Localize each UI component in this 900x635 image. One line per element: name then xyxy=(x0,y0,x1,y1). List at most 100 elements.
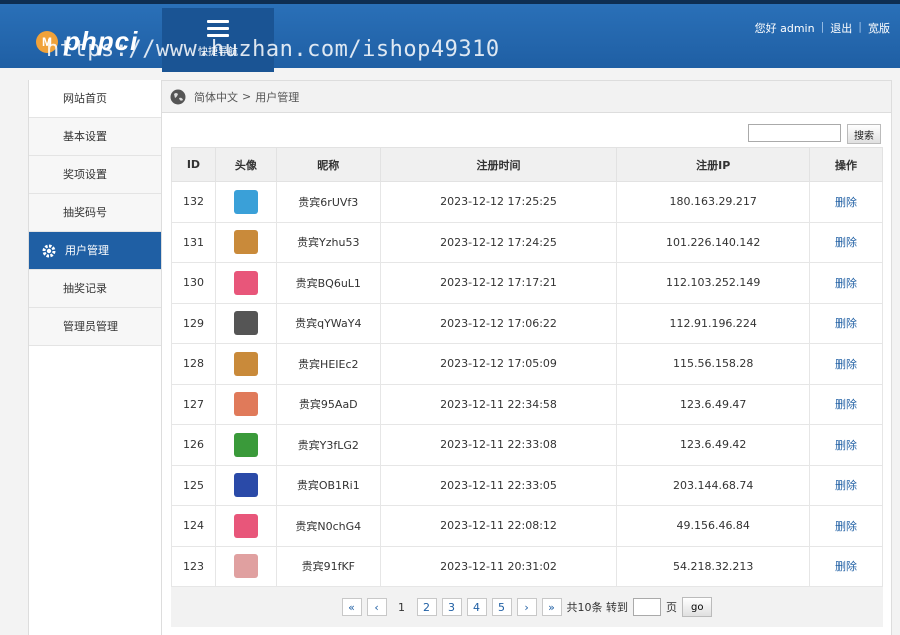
breadcrumb: 简体中文 > 用户管理 xyxy=(162,81,891,113)
col-action: 操作 xyxy=(809,147,883,182)
main-panel: 简体中文 > 用户管理 搜索 ID 头像 昵称 注册时间 注册IP 操作 132… xyxy=(161,80,892,635)
cell-nickname: 贵宾qYWaY4 xyxy=(275,302,381,344)
user-links: 您好 admin | 退出 | 宽版 xyxy=(754,20,890,36)
delete-link[interactable]: 删除 xyxy=(809,424,883,466)
greeting-text: 您好 admin xyxy=(754,22,815,35)
col-reg-ip: 注册IP xyxy=(616,147,811,182)
sidebar-item-lottery-records[interactable]: 抽奖记录 xyxy=(29,270,161,308)
cell-nickname: 贵宾Yzhu53 xyxy=(275,221,381,263)
gear-icon xyxy=(42,244,56,257)
first-page-button[interactable]: « xyxy=(341,598,362,616)
delete-link[interactable]: 删除 xyxy=(809,181,883,223)
cell-reg-ip: 203.144.68.74 xyxy=(616,464,811,506)
cell-nickname: 贵宾Y3fLG2 xyxy=(275,424,381,466)
sidebar-item-user-management[interactable]: 用户管理 xyxy=(29,232,161,270)
sidebar-item-basic-settings[interactable]: 基本设置 xyxy=(29,118,161,156)
delete-link[interactable]: 删除 xyxy=(809,343,883,385)
delete-link[interactable]: 删除 xyxy=(809,262,883,304)
cell-id: 129 xyxy=(171,302,216,344)
cell-reg-ip: 123.6.49.47 xyxy=(616,383,811,425)
delete-link[interactable]: 删除 xyxy=(809,221,883,263)
delete-link[interactable]: 删除 xyxy=(809,505,883,547)
cell-reg-time: 2023-12-11 22:33:05 xyxy=(379,464,618,506)
cell-id: 130 xyxy=(171,262,216,304)
delete-link[interactable]: 删除 xyxy=(809,464,883,506)
globe-icon xyxy=(170,89,186,104)
sidebar-filler xyxy=(29,346,161,635)
cell-nickname: 贵宾95AaD xyxy=(275,383,381,425)
wide-layout-link[interactable]: 宽版 xyxy=(868,20,890,36)
table-row: 130 贵宾BQ6uL1 2023-12-12 17:17:21 112.103.25… xyxy=(171,262,883,304)
breadcrumb-current: 用户管理 xyxy=(255,90,300,104)
cell-id: 124 xyxy=(171,505,216,547)
col-id[interactable]: ID xyxy=(171,147,216,182)
cell-reg-ip: 123.6.49.42 xyxy=(616,424,811,466)
search-input[interactable] xyxy=(748,124,841,142)
next-page-button[interactable]: › xyxy=(516,598,537,616)
search-button[interactable]: 搜索 xyxy=(847,124,881,144)
sidebar-item-home[interactable]: 网站首页 xyxy=(29,80,161,118)
avatar-icon xyxy=(233,513,258,538)
delete-link[interactable]: 删除 xyxy=(809,545,883,587)
cell-avatar xyxy=(214,343,277,385)
cell-avatar xyxy=(214,545,277,587)
cell-id: 125 xyxy=(171,464,216,506)
cell-reg-time: 2023-12-11 22:33:08 xyxy=(379,424,618,466)
table-row: 128 贵宾HEIEc2 2023-12-12 17:05:09 115.56.158… xyxy=(171,343,883,385)
page-4[interactable]: 4 xyxy=(466,598,487,616)
breadcrumb-root[interactable]: 简体中文 xyxy=(194,89,238,105)
cell-reg-time: 2023-12-12 17:25:25 xyxy=(379,181,618,223)
cell-reg-time: 2023-12-12 17:05:09 xyxy=(379,343,618,385)
table-row: 123 贵宾91fKF 2023-12-11 20:31:02 54.218.32.2… xyxy=(171,545,883,587)
cell-reg-ip: 112.91.196.224 xyxy=(616,302,811,344)
cell-reg-ip: 101.226.140.142 xyxy=(616,221,811,263)
delete-link[interactable]: 删除 xyxy=(809,302,883,344)
search-bar: 搜索 xyxy=(748,124,881,144)
avatar-icon xyxy=(233,230,258,255)
page-1: 1 xyxy=(398,600,406,614)
cell-nickname: 贵宾HEIEc2 xyxy=(275,343,381,385)
cell-nickname: 贵宾91fKF xyxy=(275,545,381,587)
cell-nickname: 贵宾6rUVf3 xyxy=(275,181,381,223)
cell-id: 123 xyxy=(171,545,216,587)
last-page-button[interactable]: » xyxy=(541,598,562,616)
goto-page-input[interactable] xyxy=(633,598,662,616)
cell-nickname: 贵宾BQ6uL1 xyxy=(275,262,381,304)
table-row: 124 贵宾N0chG4 2023-12-11 22:08:12 49.156.46.… xyxy=(171,505,883,547)
sidebar-item-admin-management[interactable]: 管理员管理 xyxy=(29,308,161,346)
col-nickname: 昵称 xyxy=(275,147,381,182)
cell-avatar xyxy=(214,505,277,547)
prev-page-button[interactable]: ‹ xyxy=(366,598,387,616)
table-header-row: ID 头像 昵称 注册时间 注册IP 操作 xyxy=(171,147,883,182)
cell-avatar xyxy=(214,302,277,344)
avatar-icon xyxy=(233,392,258,417)
cell-reg-time: 2023-12-11 20:31:02 xyxy=(379,545,618,587)
cell-id: 128 xyxy=(171,343,216,385)
sidebar-item-lottery-codes[interactable]: 抽奖码号 xyxy=(29,194,161,232)
page-unit-label: 页 xyxy=(666,601,678,614)
cell-reg-ip: 54.218.32.213 xyxy=(616,545,811,587)
table-row: 127 贵宾95AaD 2023-12-11 22:34:58 123.6.49.47… xyxy=(171,383,883,425)
col-reg-time: 注册时间 xyxy=(379,147,618,182)
page-3[interactable]: 3 xyxy=(441,598,462,616)
avatar-icon xyxy=(233,189,258,214)
page-2[interactable]: 2 xyxy=(416,598,437,616)
cell-reg-ip: 49.156.46.84 xyxy=(616,505,811,547)
go-button[interactable]: go xyxy=(682,597,713,617)
logout-link[interactable]: 退出 xyxy=(830,20,852,36)
page-5[interactable]: 5 xyxy=(491,598,512,616)
cell-reg-ip: 112.103.252.149 xyxy=(616,262,811,304)
cell-id: 126 xyxy=(171,424,216,466)
col-avatar: 头像 xyxy=(214,147,277,182)
top-header: M phpci 快捷导航 https://www.huzhan.com/isho… xyxy=(0,0,900,72)
cell-reg-time: 2023-12-12 17:24:25 xyxy=(379,221,618,263)
cell-avatar xyxy=(214,262,277,304)
cell-reg-time: 2023-12-12 17:06:22 xyxy=(379,302,618,344)
delete-link[interactable]: 删除 xyxy=(809,383,883,425)
cell-reg-time: 2023-12-11 22:34:58 xyxy=(379,383,618,425)
cell-avatar xyxy=(214,181,277,223)
table-row: 129 贵宾qYWaY4 2023-12-12 17:06:22 112.91.196… xyxy=(171,302,883,344)
cell-nickname: 贵宾OB1Ri1 xyxy=(275,464,381,506)
cell-reg-time: 2023-12-12 17:17:21 xyxy=(379,262,618,304)
sidebar-item-prize-settings[interactable]: 奖项设置 xyxy=(29,156,161,194)
